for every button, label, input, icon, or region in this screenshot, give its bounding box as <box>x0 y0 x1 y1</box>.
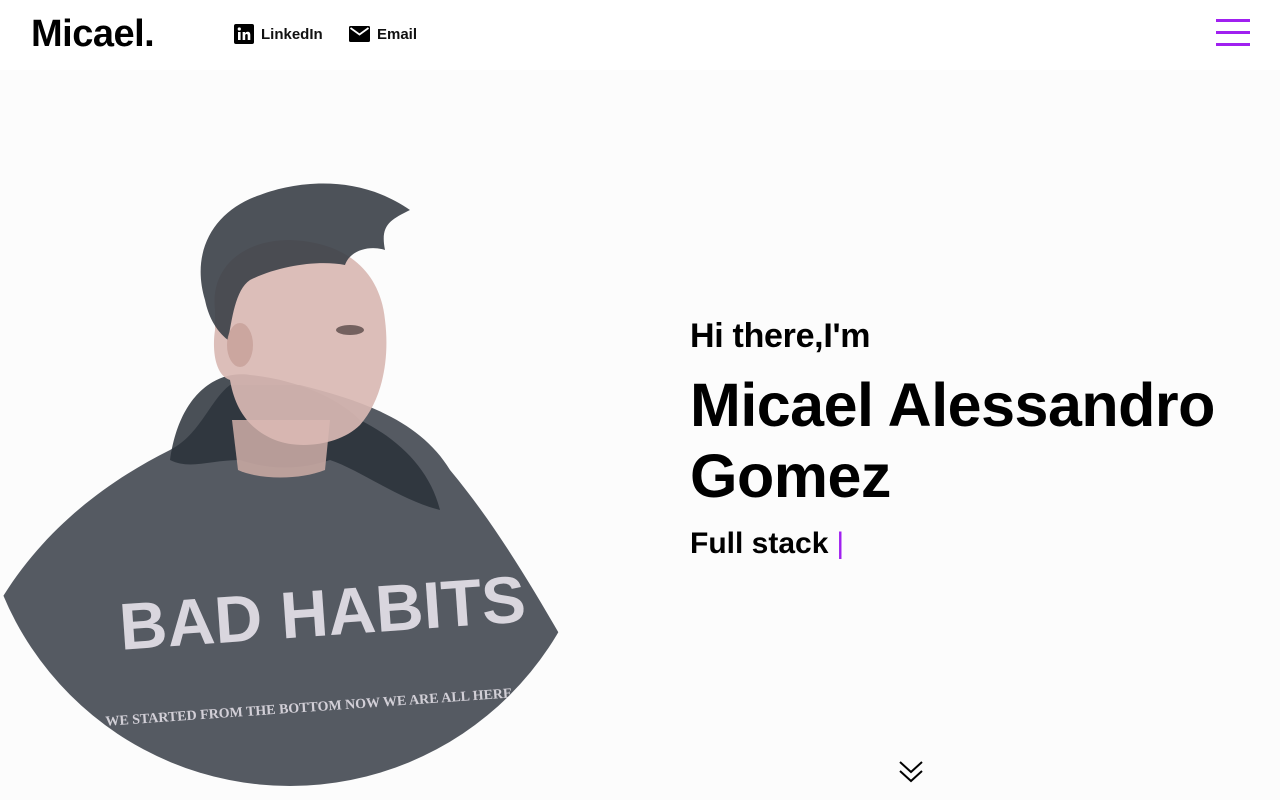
full-name-heading: Micael Alessandro Gomez <box>690 371 1215 510</box>
site-logo[interactable]: Micael. <box>31 12 155 56</box>
menu-bar-bottom <box>1216 43 1250 46</box>
hero-intro: Hi there,I'm Micael Alessandro Gomez Ful… <box>690 314 1250 564</box>
role-text: Full stack <box>690 527 829 560</box>
email-link[interactable]: Email <box>349 24 417 44</box>
double-chevron-down-icon[interactable] <box>898 760 924 784</box>
profile-photo: BAD HABITS WE STARTED FROM THE BOTTOM NO… <box>0 170 580 786</box>
menu-bar-middle <box>1216 31 1250 34</box>
email-icon <box>349 26 370 42</box>
hamburger-menu-icon[interactable] <box>1216 19 1250 47</box>
typing-cursor: | <box>836 527 845 560</box>
site-header: Micael. LinkedIn Email <box>0 0 1280 70</box>
linkedin-icon <box>234 24 254 44</box>
menu-bar-top <box>1216 19 1250 22</box>
linkedin-label: LinkedIn <box>261 25 323 43</box>
email-label: Email <box>377 25 418 43</box>
linkedin-link[interactable]: LinkedIn <box>234 24 323 44</box>
role-typewriter: Full stack | <box>690 524 1250 564</box>
greeting-text: Hi there,I'm <box>690 317 871 355</box>
